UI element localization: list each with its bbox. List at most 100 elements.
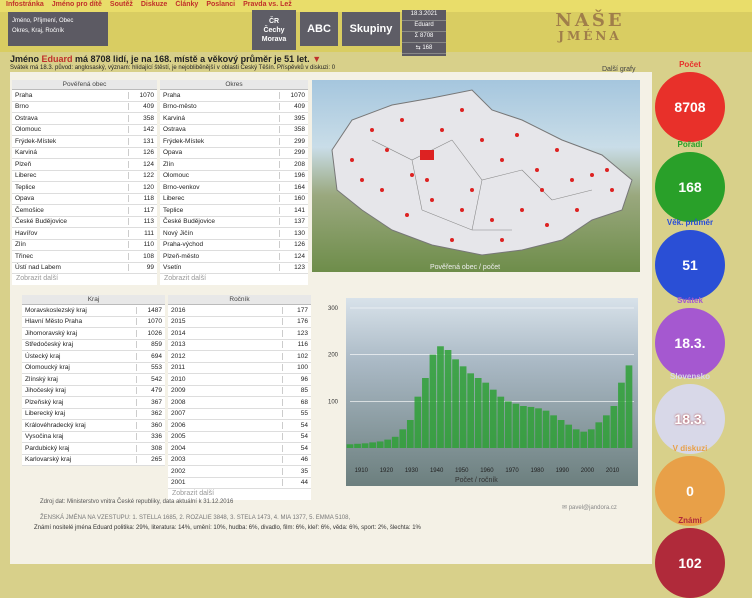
nav-link-soutez[interactable]: Soutěž	[110, 1, 133, 11]
table-kraj: Kraj Moravskoslezský kraj 1487 Hlavní Měst…	[22, 295, 165, 466]
rocnik-row[interactable]: 2009 85	[168, 386, 311, 397]
kraj-row[interactable]: Ústecký kraj 694	[22, 351, 165, 363]
rocnik-row[interactable]: 2005 54	[168, 432, 311, 443]
kraj-row[interactable]: Středočeský kraj 859	[22, 340, 165, 351]
okres-row[interactable]: Plzeň-město 124	[160, 251, 308, 263]
czech-map[interactable]	[312, 80, 640, 272]
okres-row[interactable]: Olomouc 196	[160, 171, 308, 182]
okres-row[interactable]: Zlín 208	[160, 159, 308, 171]
nav-link-clanky[interactable]: Články	[175, 1, 198, 11]
rocnik-row[interactable]: 2012 102	[168, 351, 311, 363]
obec-row[interactable]: Liberec 122	[12, 171, 157, 182]
kraj-row-label: Liberecký kraj	[25, 410, 66, 418]
okres-row[interactable]: Karviná 395	[160, 113, 308, 125]
histogram-bar	[512, 403, 520, 448]
contact-email[interactable]: ✉ pavel@jandora.cz	[562, 504, 617, 511]
obec-row[interactable]: České Budějovice 113	[12, 217, 157, 228]
stat-circle[interactable]: 8708	[655, 72, 725, 142]
kraj-row[interactable]: Moravskoslezský kraj 1487	[22, 305, 165, 317]
site-logo[interactable]: NAŠE JMÉNA	[540, 12, 640, 43]
okres-row[interactable]: Teplice 141	[160, 205, 308, 217]
rocnik-row[interactable]: 2001 44	[168, 478, 311, 489]
abc-button[interactable]: ABC	[300, 12, 338, 46]
nav-link-poslanci[interactable]: Poslanci	[206, 1, 235, 11]
obec-show-more-link[interactable]: Zobrazit další	[12, 274, 157, 285]
histogram-bar	[406, 420, 414, 448]
kraj-row[interactable]: Hlavní Město Praha 1070	[22, 317, 165, 328]
okres-row-value: 137	[279, 218, 305, 226]
histogram-bar	[618, 382, 625, 448]
obec-row-label: Teplice	[15, 183, 36, 191]
histogram-bar	[467, 373, 475, 448]
okres-show-more-link[interactable]: Zobrazit další	[160, 274, 308, 285]
okres-row[interactable]: Ostrava 358	[160, 125, 308, 136]
kraj-row[interactable]: Královéhradecký kraj 360	[22, 420, 165, 432]
nav-link-jmeno-pro-dite[interactable]: Jméno pro dítě	[52, 1, 102, 11]
okres-row[interactable]: Opava 299	[160, 148, 308, 159]
obec-row[interactable]: Opava 118	[12, 194, 157, 205]
okres-row[interactable]: Vsetín 123	[160, 263, 308, 274]
rocnik-row-value: 44	[282, 479, 308, 487]
kraj-row[interactable]: Jihomoravský kraj 1026	[22, 328, 165, 340]
rocnik-row[interactable]: 2007 55	[168, 409, 311, 420]
okres-row[interactable]: České Budějovice 137	[160, 217, 308, 228]
rocnik-row[interactable]: 2004 54	[168, 443, 311, 455]
rocnik-row[interactable]: 2014 123	[168, 328, 311, 340]
rocnik-row[interactable]: 2006 54	[168, 420, 311, 432]
okres-row-label: Karviná	[163, 114, 186, 122]
kraj-row[interactable]: Jihočeský kraj 479	[22, 386, 165, 397]
groups-button[interactable]: Skupiny	[342, 12, 400, 46]
okres-row[interactable]: Nový Jičín 130	[160, 228, 308, 240]
okres-row-label: Brno-venkov	[163, 183, 200, 191]
stat-circle[interactable]: 51	[655, 230, 725, 300]
more-charts-link[interactable]: Další grafy	[602, 66, 635, 73]
obec-row[interactable]: Čemošice 117	[12, 205, 157, 217]
okres-row[interactable]: Praha 1070	[160, 90, 308, 102]
okres-row[interactable]: Liberec 160	[160, 194, 308, 205]
okres-row[interactable]: Brno-město 409	[160, 102, 308, 113]
obec-row[interactable]: Karviná 126	[12, 148, 157, 159]
rocnik-row[interactable]: 2003 46	[168, 455, 311, 466]
cr-button[interactable]: ČR Čechy Morava	[252, 10, 296, 50]
stat-circle[interactable]: 102	[655, 528, 725, 598]
obec-row[interactable]: Plzeň 124	[12, 159, 157, 171]
rocnik-row[interactable]: 2002 35	[168, 466, 311, 478]
obec-row[interactable]: Ostrava 358	[12, 113, 157, 125]
x-tick-label: 1960	[480, 468, 494, 474]
rocnik-row[interactable]: 2015 176	[168, 317, 311, 328]
okres-row-value: 160	[279, 195, 305, 203]
rocnik-row[interactable]: 2011 100	[168, 363, 311, 374]
obec-row[interactable]: Zlín 110	[12, 240, 157, 251]
okres-row[interactable]: Frýdek-Místek 299	[160, 136, 308, 148]
obec-row[interactable]: Brno 409	[12, 102, 157, 113]
kraj-row[interactable]: Zlínský kraj 542	[22, 374, 165, 386]
kraj-row[interactable]: Pardubický kraj 308	[22, 443, 165, 455]
rocnik-row[interactable]: 2010 96	[168, 374, 311, 386]
nav-link-diskuze[interactable]: Diskuze	[141, 1, 167, 11]
obec-row[interactable]: Ústí nad Labem 99	[12, 263, 157, 274]
rocnik-row[interactable]: 2008 68	[168, 397, 311, 409]
stat-circle[interactable]: 168	[655, 152, 725, 222]
rocnik-row-value: 102	[282, 352, 308, 360]
obec-row[interactable]: Teplice 120	[12, 182, 157, 194]
rocnik-row[interactable]: 2013 116	[168, 340, 311, 351]
okres-row[interactable]: Praha-východ 126	[160, 240, 308, 251]
kraj-row[interactable]: Karlovarský kraj 265	[22, 455, 165, 466]
obec-row[interactable]: Olomouc 142	[12, 125, 157, 136]
obec-row[interactable]: Havířov 111	[12, 228, 157, 240]
kraj-row[interactable]: Plzeňský kraj 367	[22, 397, 165, 409]
search-box[interactable]: Jméno, Příjmení, Obec Okres, Kraj, Roční…	[8, 12, 108, 46]
stat-circle[interactable]: 18.3.	[655, 308, 725, 378]
search-line-2: Okres, Kraj, Ročník	[12, 28, 65, 34]
obec-row[interactable]: Frýdek-Místek 131	[12, 136, 157, 148]
obec-row[interactable]: Praha 1070	[12, 90, 157, 102]
rocnik-row[interactable]: 2016 177	[168, 305, 311, 317]
nav-link-infostranka[interactable]: Infostránka	[6, 1, 44, 11]
kraj-row[interactable]: Olomoucký kraj 553	[22, 363, 165, 374]
map-dot	[400, 118, 404, 122]
kraj-row[interactable]: Vysočina kraj 336	[22, 432, 165, 443]
obec-row[interactable]: Třinec 108	[12, 251, 157, 263]
kraj-row[interactable]: Liberecký kraj 362	[22, 409, 165, 420]
headline-part-1: Jméno	[10, 54, 42, 64]
okres-row[interactable]: Brno-venkov 164	[160, 182, 308, 194]
